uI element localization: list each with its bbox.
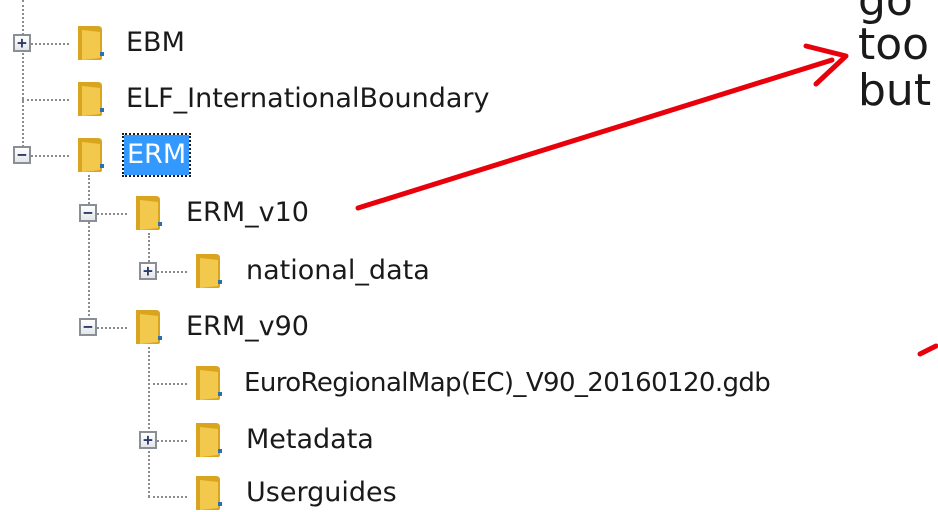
- annotation-arrow-partial: [917, 343, 938, 357]
- callout-text-line: too: [858, 19, 930, 70]
- annotation-arrow: [355, 57, 835, 211]
- callout-text-line: but: [858, 65, 932, 116]
- screenshot-stage: + EBM ELF_InternationalBoundary − ERM −: [0, 0, 938, 512]
- annotation-arrows: [355, 43, 938, 357]
